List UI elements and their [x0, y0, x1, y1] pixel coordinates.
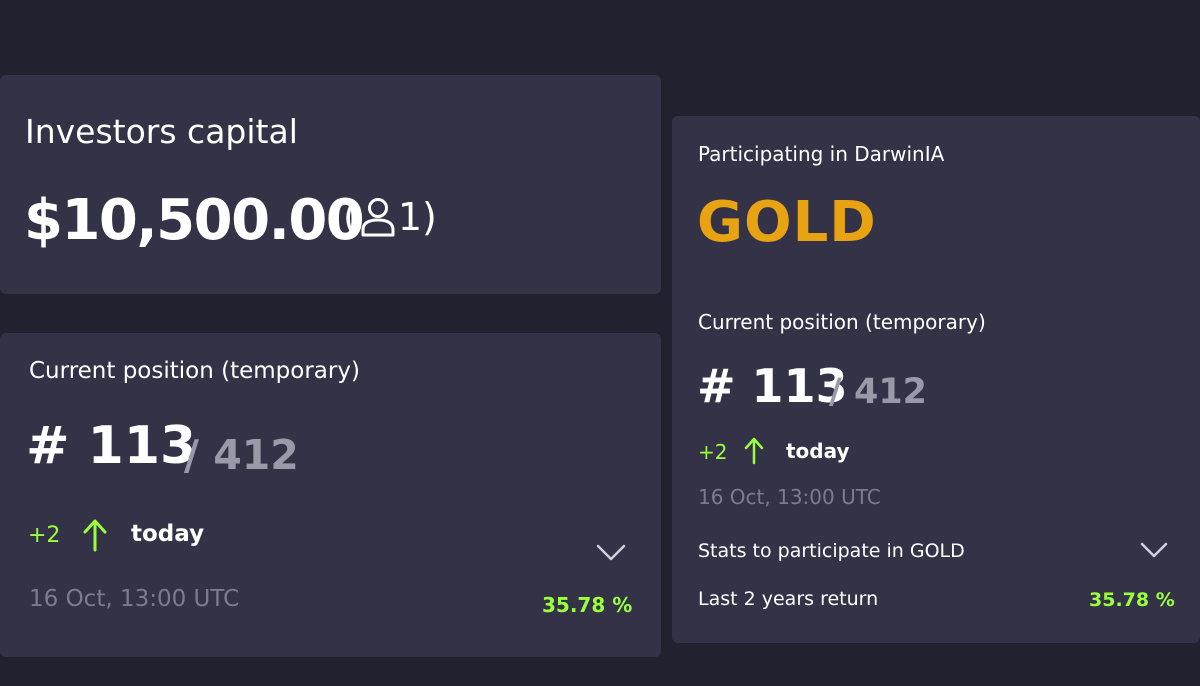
user-icon [361, 198, 395, 237]
arrow-up-icon [83, 519, 107, 552]
investors-capital-amount: $10,500.00 [24, 188, 365, 253]
investors-count-open-paren: ( [343, 195, 358, 239]
current-position-rank: # 113 [26, 416, 197, 476]
position-return: 35.78 % [542, 593, 633, 617]
darwinia-position-total: / 412 [829, 372, 928, 412]
investors-capital-card [0, 75, 661, 294]
chevron-down-icon[interactable] [1140, 540, 1168, 560]
arrow-up-icon [744, 437, 764, 465]
darwinia-return-value: 35.78 % [1089, 589, 1175, 611]
investors-count-value: 1 [397, 195, 423, 239]
chevron-down-icon[interactable] [596, 543, 626, 563]
darwinia-date: 16 Oct, 13:00 UTC [698, 485, 881, 509]
investors-count: ( 1 ) [343, 195, 437, 239]
position-change-value: +2 [28, 523, 61, 548]
darwinia-change-period: today [786, 439, 850, 463]
current-position-total: / 412 [184, 431, 299, 479]
darwinia-return-label: Last 2 years return [698, 588, 879, 610]
investors-count-close-paren: ) [422, 195, 437, 239]
darwinia-change-value: +2 [698, 440, 728, 464]
darwinia-position-title: Current position (temporary) [698, 310, 986, 334]
darwinia-stats-label: Stats to participate in GOLD [698, 540, 965, 562]
darwinia-title: Participating in DarwinIA [698, 142, 945, 166]
current-position-title: Current position (temporary) [29, 358, 360, 384]
position-change-period: today [131, 521, 205, 547]
investors-capital-title: Investors capital [25, 112, 298, 151]
darwinia-level: GOLD [697, 190, 877, 255]
darwinia-position-rank: # 113 [697, 359, 848, 413]
position-date: 16 Oct, 13:00 UTC [29, 586, 240, 612]
